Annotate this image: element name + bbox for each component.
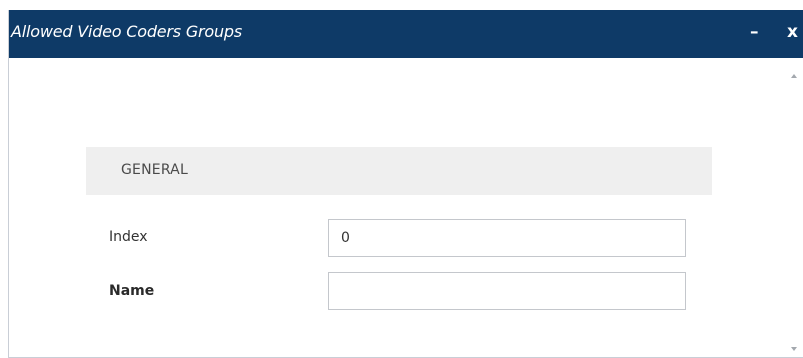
minimize-button[interactable]: – [750, 22, 759, 42]
dialog-titlebar[interactable]: Allowed Video Coders Groups – x [9, 10, 803, 58]
general-section-header: GENERAL [86, 147, 712, 195]
vertical-scrollbar[interactable] [785, 58, 803, 357]
close-button[interactable]: x [787, 22, 798, 42]
general-section-title: GENERAL [121, 162, 188, 178]
name-label: Name [109, 283, 155, 299]
name-input[interactable] [328, 272, 686, 310]
index-label: Index [109, 229, 148, 245]
dialog-content: GENERAL Index Name [9, 58, 803, 357]
scroll-down-arrow-icon[interactable] [791, 347, 797, 351]
index-input[interactable] [328, 219, 686, 257]
scroll-up-arrow-icon[interactable] [791, 74, 797, 78]
allowed-video-coders-groups-dialog: Allowed Video Coders Groups – x GENERAL … [8, 10, 803, 358]
dialog-title: Allowed Video Coders Groups [11, 22, 243, 41]
